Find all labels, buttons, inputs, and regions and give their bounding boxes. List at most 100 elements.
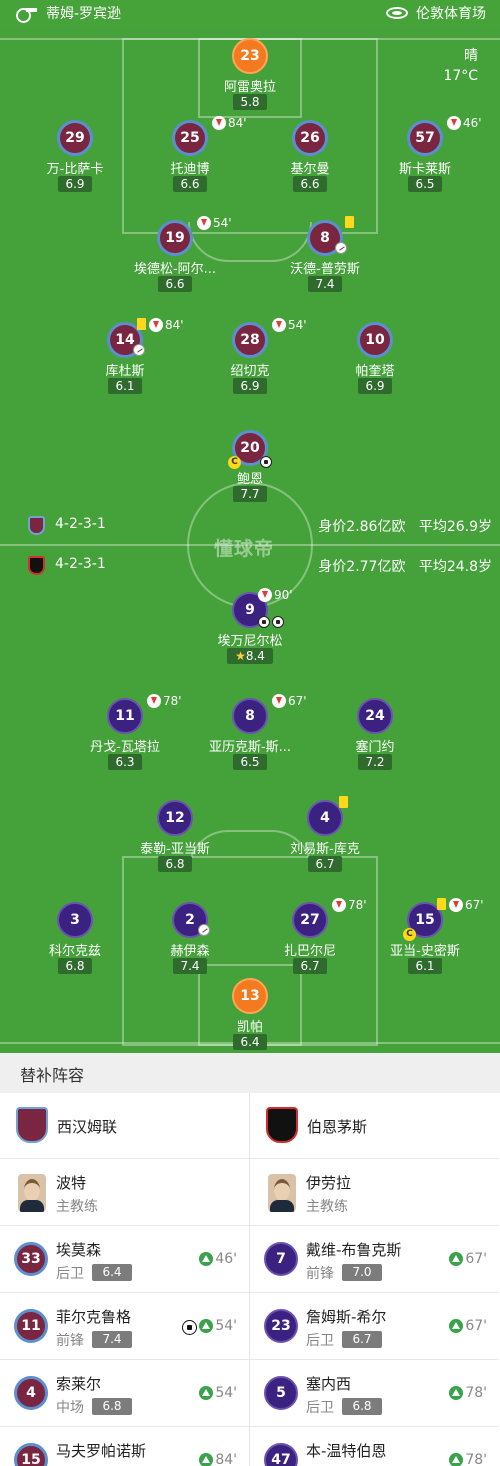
sub-out-icon xyxy=(447,116,461,130)
player-away-dm2[interactable]: 4 刘易斯-库克 6.7 xyxy=(265,796,385,880)
coach-role: 主教练 xyxy=(56,1199,98,1215)
player-name: 泰勒-亚当斯 xyxy=(140,842,210,857)
player-home-rw[interactable]: 14 84' 库杜斯 6.1 xyxy=(65,318,185,402)
player-rating: 6.5 xyxy=(233,754,267,770)
player-home-st[interactable]: 20 C 鲍恩 7.7 xyxy=(190,430,310,510)
sub-player-row[interactable]: 5 塞内西 后卫 6.8 78' xyxy=(250,1361,499,1427)
home-team-header[interactable]: 西汉姆联 xyxy=(0,1093,249,1159)
sub-out-marker: 67' xyxy=(449,898,484,912)
player-rating: 6.7 xyxy=(342,1331,382,1348)
player-name: 斯卡莱斯 xyxy=(398,162,451,177)
sub-player-row[interactable]: 15 马夫罗帕诺斯 84' xyxy=(0,1428,249,1466)
player-away-rb[interactable]: 3 科尔克兹 6.8 xyxy=(15,902,135,982)
player-away-st[interactable]: 9 90' 埃万尼尔松 ★8.4 xyxy=(190,588,310,672)
west-ham-crest-icon xyxy=(16,1107,48,1143)
sub-in-icon xyxy=(449,1252,464,1266)
player-name: 本-温特伯恩 xyxy=(306,1442,387,1460)
away-team-header[interactable]: 伯恩茅斯 xyxy=(250,1093,499,1159)
sub-player-row[interactable]: 4 索莱尔 中场 6.8 54' xyxy=(0,1361,249,1427)
subs-title: 替补阵容 xyxy=(0,1053,500,1093)
weather-condition: 晴 xyxy=(464,48,478,64)
player-home-cb2[interactable]: 26 基尔曼 6.6 xyxy=(250,120,370,200)
player-home-dm1[interactable]: 19 54' 埃德松-阿尔... 6.6 xyxy=(115,216,235,300)
player-name: 马夫罗帕诺斯 xyxy=(56,1442,147,1460)
player-name: 扎巴尔尼 xyxy=(283,944,336,959)
player-home-cb1[interactable]: 25 84' 托迪博 6.6 xyxy=(130,116,250,200)
sub-player-row[interactable]: 7 戴维-布鲁克斯 前锋 7.0 67' xyxy=(250,1227,499,1293)
away-age: 平均24.8岁 xyxy=(418,559,492,575)
sub-in-icon xyxy=(449,1386,464,1400)
player-name: 基尔曼 xyxy=(290,162,330,177)
home-subs-column: 西汉姆联 波特 主教练 33 埃莫森 后卫 6.4 46' 11 菲尔克鲁格 前… xyxy=(0,1093,249,1466)
goal-ball-icon xyxy=(260,456,272,468)
player-number: 27 xyxy=(292,902,328,938)
sub-in-icon xyxy=(199,1386,214,1400)
player-rating: 6.3 xyxy=(108,754,142,770)
player-name: 科尔克兹 xyxy=(48,944,101,959)
player-number: 57 xyxy=(407,120,443,156)
away-formation: 4-2-3-1 xyxy=(55,556,106,572)
player-away-cb2[interactable]: 27 78' 扎巴尔尼 6.7 xyxy=(250,898,370,982)
weather-temp: 17°C xyxy=(443,68,478,84)
sub-minute: 54' xyxy=(213,216,232,230)
player-number: 15 xyxy=(14,1443,48,1466)
stadium-icon xyxy=(386,7,408,19)
sub-minute: 67' xyxy=(288,694,307,708)
home-meta: 身价2.86亿欧 平均26.9岁 xyxy=(318,516,492,536)
home-formation: 4-2-3-1 xyxy=(55,516,106,532)
player-rating: 6.8 xyxy=(158,856,192,872)
player-away-cb1[interactable]: 2 赫伊森 7.4 xyxy=(130,902,250,982)
player-position: 中场 xyxy=(56,1400,84,1416)
player-rating: 6.6 xyxy=(158,276,192,292)
player-home-rb[interactable]: 29 万-比萨卡 6.9 xyxy=(15,120,135,200)
away-team-row: 4-2-3-1 身价2.77亿欧 平均24.8岁 xyxy=(0,554,500,576)
player-rating: 6.9 xyxy=(358,378,392,394)
player-home-am[interactable]: 28 54' 绍切克 6.9 xyxy=(190,318,310,402)
sub-out-marker: 46' xyxy=(447,116,482,130)
sub-out-icon xyxy=(258,588,272,602)
player-away-lw[interactable]: 24 塞门约 7.2 xyxy=(315,698,435,778)
sub-player-row[interactable]: 23 詹姆斯-希尔 后卫 6.7 67' xyxy=(250,1294,499,1360)
player-away-am[interactable]: 8 67' 亚历克斯-斯... 6.5 xyxy=(190,694,310,778)
player-home-gk[interactable]: 23 阿雷奥拉 5.8 xyxy=(190,38,310,118)
player-number: 47 xyxy=(264,1443,298,1466)
player-home-lb[interactable]: 57 46' 斯卡莱斯 6.5 xyxy=(365,116,485,200)
player-away-rw[interactable]: 11 78' 丹戈-瓦塔拉 6.3 xyxy=(65,694,185,778)
player-position: 后卫 xyxy=(56,1266,84,1282)
sub-minute: 78' xyxy=(163,694,182,708)
player-away-dm1[interactable]: 12 泰勒-亚当斯 6.8 xyxy=(115,800,235,880)
player-rating: 6.8 xyxy=(92,1398,132,1415)
player-home-lw[interactable]: 10 帕奎塔 6.9 xyxy=(315,322,435,402)
yellow-card-icon xyxy=(437,898,446,910)
player-rating: 6.6 xyxy=(173,176,207,192)
player-rating: 6.5 xyxy=(408,176,442,192)
player-position: 后卫 xyxy=(306,1333,334,1349)
team-name: 西汉姆联 xyxy=(57,1118,118,1136)
stadium-info: 伦敦体育场 xyxy=(386,3,486,23)
player-rating: 5.8 xyxy=(233,94,267,110)
coach-name: 伊劳拉 xyxy=(306,1174,352,1192)
player-name: 丹戈-瓦塔拉 xyxy=(90,740,160,755)
home-coach-row[interactable]: 波特 主教练 xyxy=(0,1160,249,1226)
sub-player-row[interactable]: 33 埃莫森 后卫 6.4 46' xyxy=(0,1227,249,1293)
sub-player-row[interactable]: 11 菲尔克鲁格 前锋 7.4 54' xyxy=(0,1294,249,1360)
sub-player-row[interactable]: 47 本-温特伯恩 78' xyxy=(250,1428,499,1466)
away-coach-row[interactable]: 伊劳拉 主教练 xyxy=(250,1160,499,1226)
player-away-lb[interactable]: 15 67' C 亚当-史密斯 6.1 xyxy=(365,898,485,982)
sub-in-icon xyxy=(199,1252,214,1266)
player-number: 5 xyxy=(264,1376,298,1410)
player-name: 塞内西 xyxy=(306,1375,352,1393)
away-crest-icon xyxy=(28,556,45,575)
player-home-dm2[interactable]: 8 沃德-普劳斯 7.4 xyxy=(265,216,385,300)
sub-out-marker: 84' xyxy=(149,318,184,332)
player-number: 3 xyxy=(57,902,93,938)
player-number: 25 xyxy=(172,120,208,156)
player-name: 库杜斯 xyxy=(105,364,145,379)
player-number: 29 xyxy=(57,120,93,156)
player-name: 托迪博 xyxy=(170,162,210,177)
player-away-gk[interactable]: 13 凯帕 6.4 xyxy=(190,978,310,1053)
goal-ball-icon xyxy=(258,616,270,628)
team-name: 伯恩茅斯 xyxy=(307,1118,368,1136)
player-number: 11 xyxy=(107,698,143,734)
player-number: 19 xyxy=(157,220,193,256)
